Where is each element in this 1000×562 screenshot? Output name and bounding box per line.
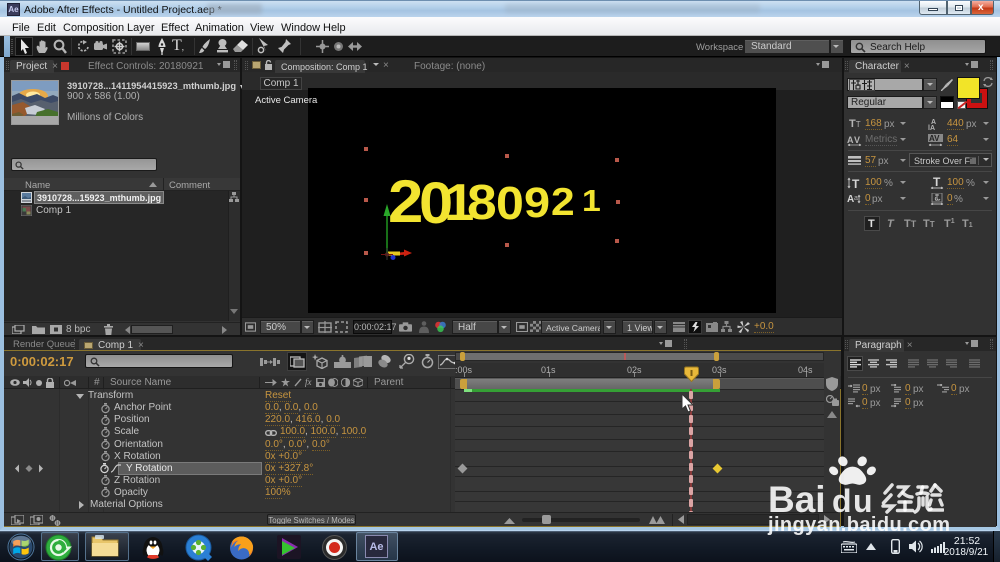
svg-text:A: A: [847, 135, 854, 145]
svg-text:T: T: [852, 177, 860, 189]
svg-text:AV: AV: [929, 134, 940, 143]
svg-text:V: V: [854, 135, 860, 145]
svg-text:a: a: [854, 195, 858, 202]
svg-text:lA: lA: [928, 125, 935, 130]
svg-text:T: T: [933, 177, 941, 189]
